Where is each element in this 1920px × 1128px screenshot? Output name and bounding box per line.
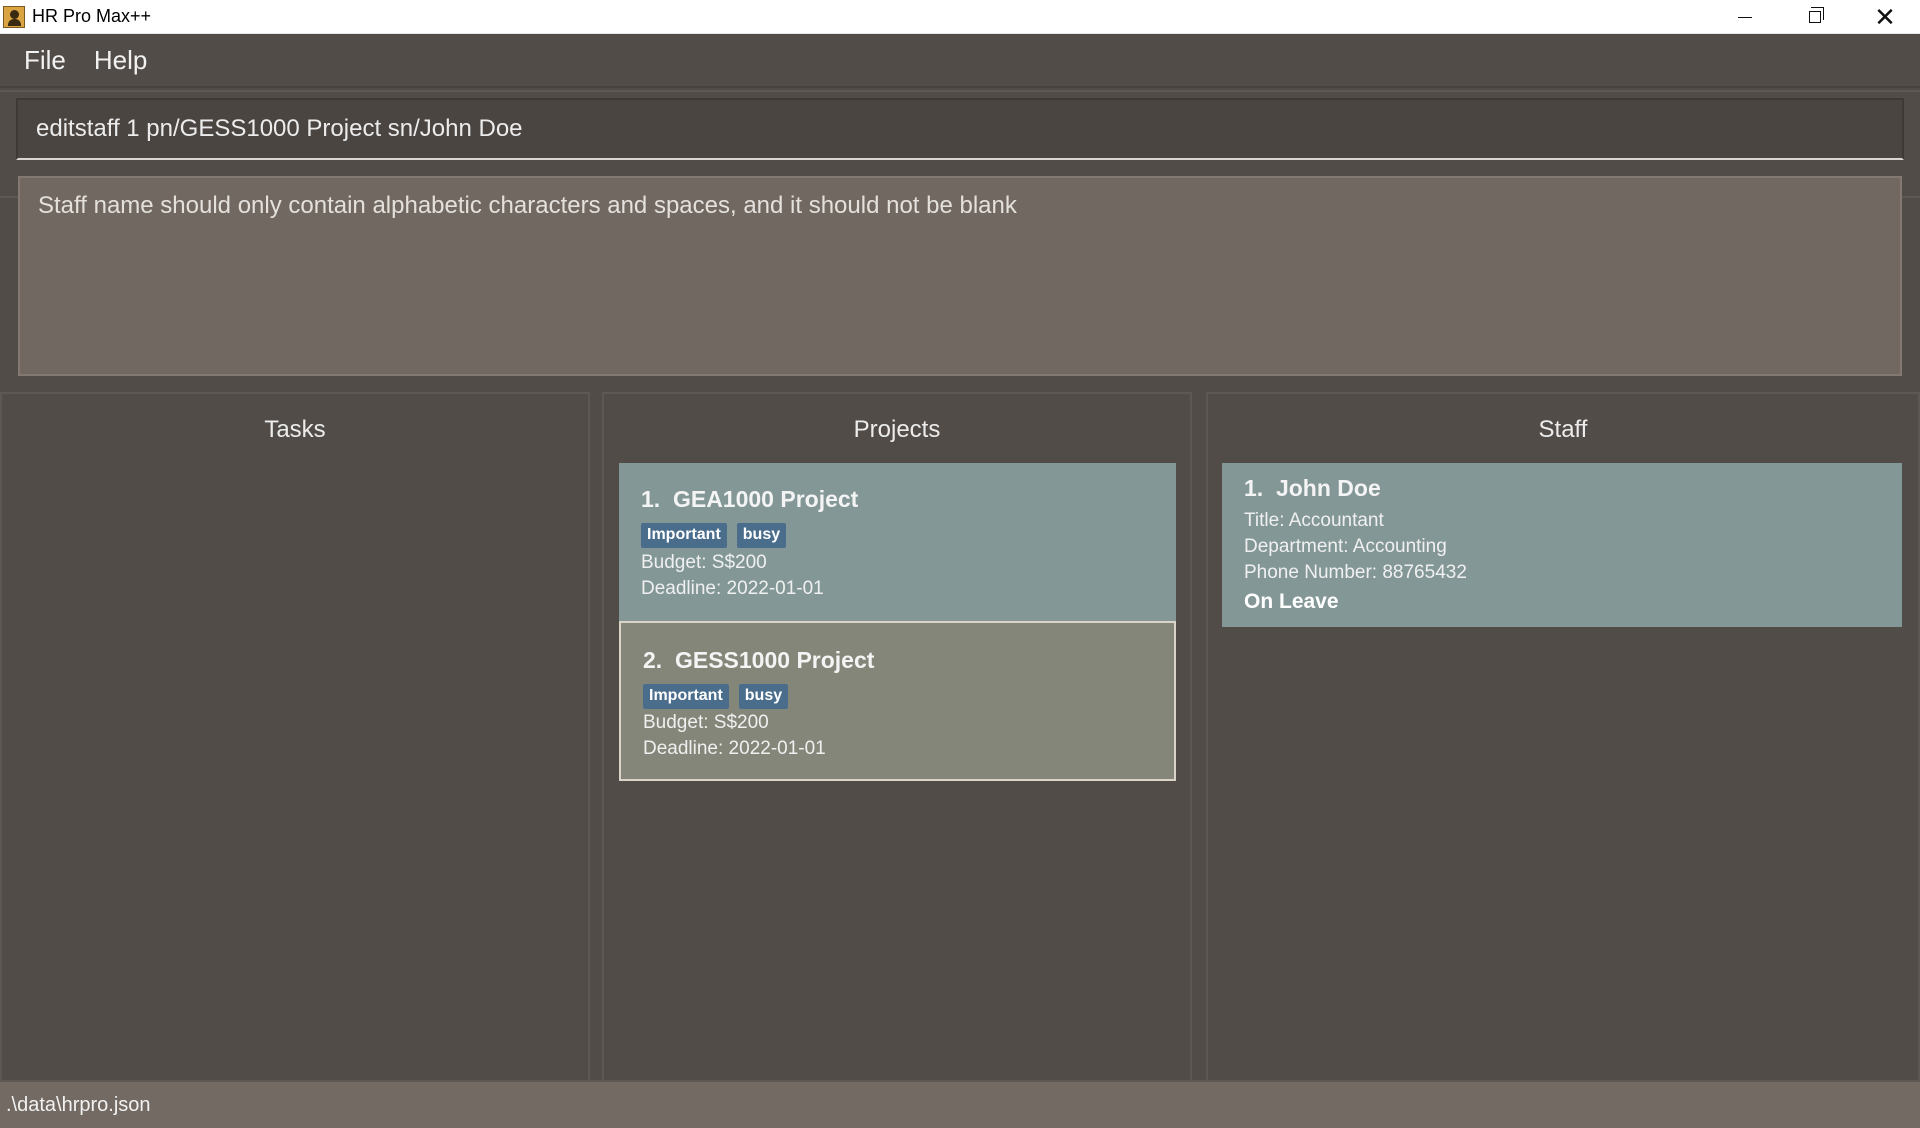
result-message: Staff name should only contain alphabeti… [38,192,1017,219]
staff-phone: Phone Number: 88765432 [1244,562,1467,583]
staff-department: Department: Accounting [1244,536,1447,557]
window-title: HR Pro Max++ [32,6,152,26]
project-budget: Budget: S$200 [641,552,767,573]
projects-panel-title: Projects [853,416,941,443]
staff-index: 1. [1244,475,1264,501]
project-deadline: Deadline: 2022-01-01 [641,578,824,599]
restore-icon [1809,7,1824,23]
tag-badge: busy [738,684,789,709]
command-input[interactable]: editstaff 1 pn/GESS1000 Project sn/John … [16,98,1904,160]
staff-card-title: 1. John Doe [1244,475,1381,502]
tag-badge: Important [641,523,727,548]
project-deadline: Deadline: 2022-01-01 [643,738,826,759]
project-tags: Important busy [641,523,787,548]
menu-bar: File Help [0,34,1920,88]
status-bar: .\data\hrpro.json [0,1080,1920,1128]
app-icon [3,5,25,28]
staff-panel-title: Staff [1538,416,1588,443]
project-index: 2. [643,647,663,673]
maximize-button[interactable] [1780,0,1850,34]
tasks-panel: Tasks [0,392,590,1080]
project-card-title: 2. GESS1000 Project [643,647,874,674]
project-card-title: 1. GEA1000 Project [641,486,858,513]
window-title-bar: HR Pro Max++ ✕ [0,0,1920,34]
staff-title: Title: Accountant [1244,510,1384,531]
menu-help[interactable]: Help [94,45,147,76]
command-input-text: editstaff 1 pn/GESS1000 Project sn/John … [36,115,523,142]
tag-badge: busy [736,523,787,548]
project-card-selected[interactable]: 2. GESS1000 Project Important busy Budge… [619,621,1176,781]
project-budget: Budget: S$200 [643,712,769,733]
minimize-button[interactable] [1710,0,1780,34]
minimize-icon [1738,16,1752,18]
project-index: 1. [641,486,661,512]
result-display: Staff name should only contain alphabeti… [18,176,1902,376]
project-name: GESS1000 Project [674,647,875,673]
staff-card[interactable]: 1. John Doe Title: Accountant Department… [1222,463,1902,627]
close-button[interactable]: ✕ [1850,0,1920,34]
project-name: GEA1000 Project [672,486,859,512]
menu-file[interactable]: File [24,45,66,76]
status-file-path: .\data\hrpro.json [6,1094,151,1116]
tag-badge: Important [643,684,729,709]
staff-status: On Leave [1244,590,1339,613]
project-tags: Important busy [643,684,789,709]
staff-name: John Doe [1275,475,1381,501]
window-controls: ✕ [1710,0,1920,34]
tasks-panel-title: Tasks [264,416,326,443]
project-card[interactable]: 1. GEA1000 Project Important busy Budget… [619,463,1176,621]
close-icon: ✕ [1874,2,1896,32]
